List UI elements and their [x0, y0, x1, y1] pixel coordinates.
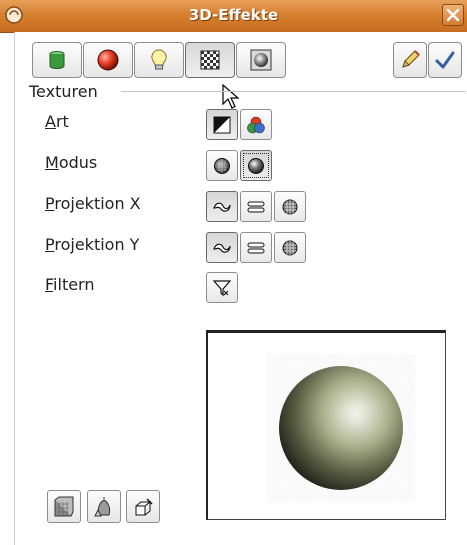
object-specific-icon	[213, 202, 231, 212]
textures-button[interactable]	[185, 42, 235, 78]
texture-sphere-icon	[214, 157, 230, 174]
checkmark-icon	[435, 51, 455, 69]
close-button[interactable]	[442, 4, 464, 26]
convert-to-rotation-button[interactable]	[87, 490, 121, 523]
preview-sphere	[279, 366, 403, 490]
art-color-button[interactable]	[240, 109, 272, 140]
modus-label: Modus	[45, 153, 98, 172]
mouse-pointer-icon	[222, 84, 240, 109]
illumination-button[interactable]	[134, 42, 184, 78]
perspective-button[interactable]	[126, 490, 160, 523]
filter-button[interactable]	[206, 272, 238, 303]
perspective-icon	[135, 497, 153, 515]
red-sphere-icon	[97, 49, 119, 71]
projection-y-label: Projektion Y	[45, 235, 140, 254]
parallel-icon	[247, 242, 265, 253]
apply-button[interactable]	[428, 42, 462, 78]
section-title: Texturen	[29, 82, 98, 101]
projection-y-object-button[interactable]	[206, 232, 238, 263]
mode-modulate-button[interactable]	[240, 150, 272, 181]
projection-x-parallel-button[interactable]	[240, 191, 272, 222]
projection-x-circular-button[interactable]	[274, 191, 306, 222]
pencil-icon	[402, 50, 420, 68]
lightbulb-icon	[151, 49, 167, 70]
dialog-body: Texturen Art Modus Projektion X Projekti…	[14, 32, 467, 545]
parallel-icon	[247, 201, 265, 212]
filter-label: Filtern	[45, 275, 95, 294]
shading-button[interactable]	[83, 42, 133, 78]
projection-y-parallel-button[interactable]	[240, 232, 272, 263]
section-divider	[121, 91, 466, 92]
window-title: 3D-Effekte	[188, 6, 279, 24]
geometry-button[interactable]	[32, 42, 82, 78]
color-circles-icon	[247, 116, 265, 133]
material-sphere-icon	[250, 49, 272, 71]
texture-preview	[206, 330, 446, 520]
checker-texture-icon	[200, 50, 220, 70]
shaded-texture-sphere-icon	[248, 157, 264, 174]
cube-convert-icon	[54, 496, 74, 516]
projection-x-label: Projektion X	[45, 194, 141, 213]
title-bar[interactable]: 3D-Effekte	[0, 0, 467, 33]
circular-icon	[282, 240, 298, 255]
assign-button[interactable]	[393, 42, 427, 78]
circular-icon	[282, 199, 298, 214]
art-label: Art	[45, 112, 69, 131]
close-icon	[446, 8, 460, 22]
dialog-window: 3D-Effekte Texturen Art Modus Projektion…	[0, 0, 467, 545]
projection-y-circular-button[interactable]	[274, 232, 306, 263]
convert-to-3d-button[interactable]	[47, 490, 81, 523]
mode-replace-button[interactable]	[206, 150, 238, 181]
projection-x-object-button[interactable]	[206, 191, 238, 222]
black-white-icon	[213, 116, 231, 133]
material-button[interactable]	[236, 42, 286, 78]
green-cylinder-icon	[49, 51, 65, 69]
art-black-white-button[interactable]	[206, 109, 238, 140]
filter-funnel-icon	[212, 279, 232, 296]
rotation-object-icon	[94, 496, 111, 516]
object-specific-icon	[213, 243, 231, 253]
